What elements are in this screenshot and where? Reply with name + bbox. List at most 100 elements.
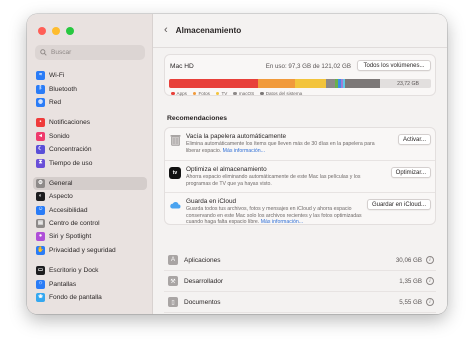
close-button[interactable]	[38, 27, 46, 35]
category-label: Aplicaciones	[184, 256, 221, 264]
moon-icon: ☾	[36, 145, 45, 155]
siri-icon: ●	[36, 232, 45, 242]
sidebar: ≈ Wi-Fi ᛒ Bluetooth ◍ Red • Notificaciones ◂ Soni…	[27, 14, 153, 314]
storage-segment	[294, 79, 327, 88]
minimize-button[interactable]	[52, 27, 60, 35]
search-icon	[40, 49, 47, 56]
sidebar-item-general[interactable]: ⚙ General	[33, 176, 147, 191]
category-row[interactable]: ✿Fotos0,05 GBi	[164, 313, 436, 314]
storage-segment	[169, 79, 259, 88]
info-icon[interactable]: i	[426, 298, 434, 306]
legend-label: TV	[221, 91, 228, 96]
search-input[interactable]	[51, 49, 141, 56]
sidebar-item-aspecto[interactable]: ◐ Aspecto	[33, 190, 147, 203]
gear-icon: ⚙	[36, 178, 45, 188]
page-title: Almacenamiento	[175, 26, 242, 35]
legend-label: macOS	[238, 91, 255, 96]
sidebar-item-fondo-de-pantalla[interactable]: ❀ Fondo de pantalla	[33, 291, 147, 304]
sidebar-item-label: General	[49, 179, 73, 187]
legend-item: Apps	[171, 91, 187, 96]
category-size: 30,06 GB	[395, 256, 422, 264]
category-row[interactable]: ⚒ Desarrollador 1,35 GB i	[164, 271, 436, 292]
sidebar-item-label: Red	[49, 98, 62, 106]
save-in-icloud-button[interactable]: Guardar en iCloud...	[366, 199, 431, 210]
bluetooth-icon: ᛒ	[36, 84, 45, 94]
sidebar-item-label: Tiempo de uso	[49, 159, 93, 167]
info-icon[interactable]: i	[426, 277, 434, 285]
sidebar-item-notificaciones[interactable]: • Notificaciones	[33, 116, 147, 129]
sidebar-item-label: Notificaciones	[49, 119, 91, 127]
network-globe-icon: ◍	[36, 97, 45, 107]
sidebar-item-bluetooth[interactable]: ᛒ Bluetooth	[33, 82, 147, 95]
sidebar-item-label: Aspecto	[49, 193, 73, 201]
category-size: 1,35 GB	[399, 277, 422, 285]
appearance-icon: ◐	[36, 192, 45, 202]
sidebar-item-tiempo-de-uso[interactable]: ⧗ Tiempo de uso	[33, 156, 147, 169]
bell-icon: •	[36, 118, 45, 128]
sidebar-item-label: Sonido	[49, 132, 70, 140]
category-label: Desarrollador	[184, 277, 224, 285]
category-row[interactable]: ▯ Documentos 5,55 GB i	[164, 292, 436, 313]
activate-button[interactable]: Activar...	[397, 134, 431, 145]
more-info-link[interactable]: Más información...	[223, 148, 265, 154]
legend-dot	[233, 91, 237, 96]
free-space-label: 23,72 GB	[397, 80, 419, 87]
sidebar-item-centro-de-control[interactable]: ▤ Centro de control	[33, 217, 147, 230]
sidebar-item-label: Siri y Spotlight	[49, 233, 92, 241]
search-field[interactable]	[35, 45, 145, 60]
sidebar-item-escritorio-y-dock[interactable]: ▭ Escritorio y Dock	[33, 264, 147, 277]
main-panel: ‹ Almacenamiento Mac HD En uso: 97,3 GB …	[153, 14, 447, 314]
rec-title: Optimiza el almacenamiento	[186, 166, 267, 173]
category-row[interactable]: A Aplicaciones 30,06 GB i	[164, 250, 436, 271]
sidebar-list: ≈ Wi-Fi ᛒ Bluetooth ◍ Red • Notificaciones ◂ Soni…	[33, 69, 147, 304]
sidebar-item-privacidad-y-seguridad[interactable]: ✋ Privacidad y seguridad	[33, 244, 147, 257]
zoom-button[interactable]	[66, 27, 74, 35]
trash-icon	[169, 134, 181, 146]
sidebar-item-label: Bluetooth	[49, 85, 77, 93]
display-icon: ☼	[36, 279, 45, 289]
legend-label: Datos del sistema	[265, 91, 303, 96]
dock-icon: ▭	[36, 266, 45, 276]
legend-item: Fotos	[192, 91, 210, 96]
applications-icon: A	[168, 255, 178, 265]
accessibility-icon: ☺	[36, 205, 45, 215]
sidebar-item-label: Fondo de pantalla	[49, 294, 102, 302]
legend-label: Apps	[176, 91, 187, 96]
sidebar-item-siri-y-spotlight[interactable]: ● Siri y Spotlight	[33, 230, 147, 243]
storage-segment	[258, 79, 295, 88]
sidebar-item-label: Centro de control	[49, 220, 100, 228]
category-list: A Aplicaciones 30,06 GB i ⚒ Desarrollador 1,35…	[164, 250, 436, 314]
info-icon[interactable]: i	[426, 256, 434, 264]
optimize-button[interactable]: Optimizar...	[390, 167, 431, 178]
system-settings-window: ≈ Wi-Fi ᛒ Bluetooth ◍ Red • Notificaciones ◂ Soni…	[27, 14, 447, 314]
disk-usage: En uso: 97,3 GB de 121,02 GB	[265, 63, 351, 70]
sidebar-item-accesibilidad[interactable]: ☺ Accesibilidad	[33, 204, 147, 217]
sidebar-item-red[interactable]: ◍ Red	[33, 96, 147, 109]
rec-description-text: Elimina automáticamente los ítems que ll…	[186, 141, 375, 154]
sidebar-item-wi-fi[interactable]: ≈ Wi-Fi	[33, 69, 147, 82]
rec-empty-trash: Vacía la papelera automáticamente Elimin…	[165, 128, 435, 160]
rec-title: Guarda en iCloud	[186, 198, 237, 205]
sidebar-item-concentración[interactable]: ☾ Concentración	[33, 143, 147, 156]
wallpaper-icon: ❀	[36, 293, 45, 303]
legend-item: TV	[215, 91, 228, 96]
storage-segment	[344, 79, 380, 88]
legend-item: Datos del sistema	[260, 91, 302, 96]
sidebar-item-sonido[interactable]: ◂ Sonido	[33, 130, 147, 143]
rec-description: Elimina automáticamente los ítems que ll…	[186, 141, 378, 154]
recommendations-card: Vacía la papelera automáticamente Elimin…	[164, 127, 436, 225]
category-label: Documentos	[184, 298, 221, 306]
traffic-lights	[38, 27, 74, 35]
sidebar-item-pantallas[interactable]: ☼ Pantallas	[33, 277, 147, 290]
control-center-icon: ▤	[36, 219, 45, 229]
disk-name: Mac HD	[170, 63, 194, 70]
speaker-icon: ◂	[36, 131, 45, 141]
all-volumes-button[interactable]: Todos los volúmenes...	[357, 60, 431, 71]
more-info-link[interactable]: Más información...	[261, 219, 303, 225]
category-size: 5,55 GB	[399, 298, 422, 306]
hand-icon: ✋	[36, 245, 45, 255]
legend-label: Fotos	[198, 91, 210, 96]
back-chevron-icon[interactable]: ‹	[164, 25, 168, 36]
sidebar-item-label: Concentración	[49, 146, 92, 154]
rec-title: Vacía la papelera automáticamente	[186, 133, 287, 140]
